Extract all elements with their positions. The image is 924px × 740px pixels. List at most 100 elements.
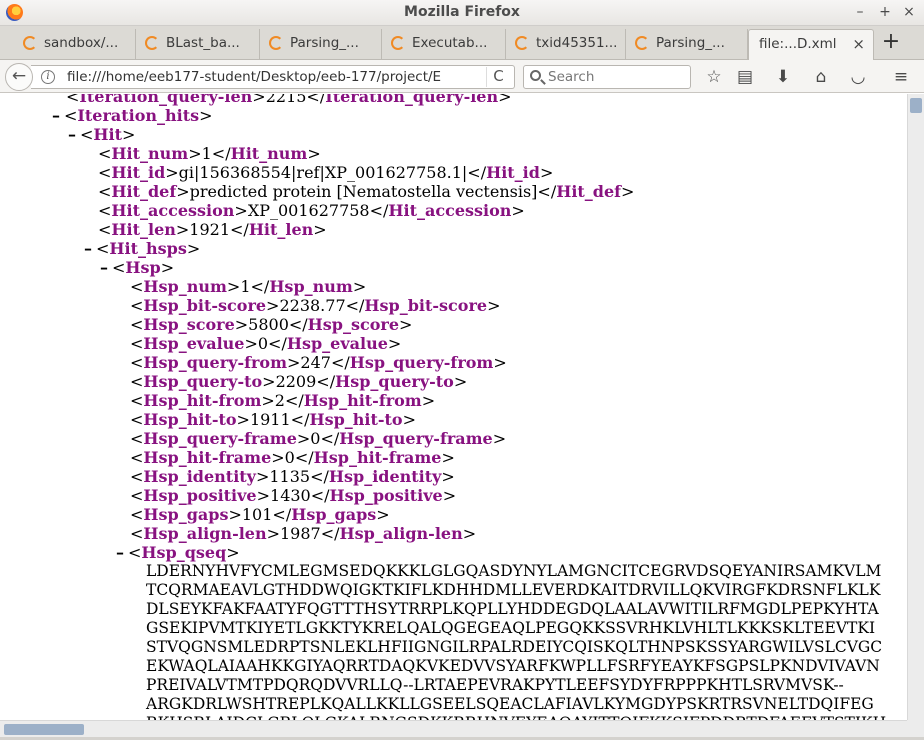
xml-document-view[interactable]: <Iteration_query-len>2215</Iteration_que… [0, 94, 907, 720]
end-bracket: </ [250, 277, 270, 296]
xml-element-line[interactable]: – <Iteration_hits> [52, 106, 213, 125]
xml-close-tag: Hit_num [230, 144, 308, 163]
xml-close-tag: Hit_accession [388, 201, 512, 220]
xml-element-line: <Hit_id>gi|156368554|ref|XP_001627758.1|… [98, 163, 553, 182]
xml-close-tag: Hsp_bit-score [364, 296, 488, 315]
xml-element-line[interactable]: – <Hit> [68, 125, 135, 144]
close-bracket: > [442, 486, 457, 505]
sequence-line: LDERNYHVFYCMLEGMSEDQKKKLGLGQASDYNYLAMGNC… [146, 562, 882, 580]
xml-element-line: <Hit_num>1</Hit_num> [98, 144, 321, 163]
xml-element-line: <Hsp_query-from>247</Hsp_query-from> [130, 353, 507, 372]
sequence-line: GSEKIPVMTKIYETLGKKTYKRELQALQGEGEAQLPEGQK… [146, 619, 876, 637]
xml-element-line: <Hsp_num>1</Hsp_num> [130, 277, 366, 296]
end-bracket: </ [330, 353, 350, 372]
open-bracket: < [128, 543, 142, 562]
open-bracket: < [130, 315, 144, 334]
open-bracket: < [130, 467, 144, 486]
close-bracket: > [492, 429, 507, 448]
search-bar[interactable] [523, 65, 691, 89]
collapse-toggle[interactable]: – [52, 106, 60, 125]
xml-open-tag: Hsp_num [143, 277, 227, 296]
url-bar[interactable]: i file:///home/eeb177-student/Desktop/ee… [31, 65, 515, 89]
star-icon[interactable]: ☆ [702, 65, 726, 89]
download-icon[interactable]: ⬇ [771, 65, 795, 89]
close-bracket: > [234, 201, 248, 220]
close-bracket: > [122, 125, 136, 144]
close-bracket: > [453, 372, 468, 391]
xml-element-line: <Hsp_bit-score>2238.77</Hsp_bit-score> [130, 296, 500, 315]
sequence-line: TCQRMAEAVLGTHDDWQIGKTKIFLKDHHDMLLEVERDKA… [146, 581, 881, 599]
close-bracket: > [266, 296, 280, 315]
close-bracket: > [399, 315, 413, 334]
close-bracket: > [262, 372, 276, 391]
vertical-scrollbar[interactable] [907, 94, 924, 720]
tab-active-xml[interactable]: file:...D.xml × [748, 29, 874, 60]
xml-close-tag: Hsp_num [269, 277, 353, 296]
vertical-scroll-thumb[interactable] [910, 98, 922, 113]
home-icon[interactable]: ⌂ [809, 65, 833, 89]
loading-spinner-icon [23, 36, 37, 50]
xml-element-line[interactable]: – <Hsp> [100, 258, 174, 277]
url-text[interactable]: file:///home/eeb177-student/Desktop/eeb-… [67, 69, 477, 85]
xml-element-line[interactable]: – <Hsp_qseq> [116, 543, 240, 562]
close-bracket: > [296, 429, 311, 448]
xml-text-value: 0 [284, 448, 295, 467]
collapse-toggle[interactable]: – [116, 543, 124, 562]
pocket-icon[interactable]: ◡ [846, 65, 870, 89]
collapse-toggle[interactable]: – [68, 125, 76, 144]
reload-icon[interactable]: C [486, 67, 510, 87]
menu-icon[interactable]: ≡ [889, 65, 913, 89]
tab-executable[interactable]: Executab... [382, 29, 506, 60]
open-bracket: < [98, 144, 112, 163]
reading-list-icon[interactable]: ▤ [733, 65, 757, 89]
xml-open-tag: Hsp_score [143, 315, 235, 334]
new-tab-button[interactable]: + [878, 30, 904, 56]
end-bracket: </ [316, 372, 336, 391]
xml-element-line: <Hsp_query-to>2209</Hsp_query-to> [130, 372, 467, 391]
horizontal-scroll-thumb[interactable] [4, 724, 84, 735]
xml-close-tag: Hsp_query-to [335, 372, 454, 391]
open-bracket: < [130, 334, 144, 353]
xml-close-tag: Iteration_query-len [325, 94, 499, 106]
loading-spinner-icon [269, 36, 283, 50]
xml-open-tag: Hsp_gaps [143, 505, 229, 524]
collapse-toggle[interactable]: – [84, 239, 92, 258]
tab-parsing-1[interactable]: Parsing_... [260, 29, 382, 60]
tab-blast[interactable]: BLast_ba... [136, 29, 260, 60]
open-bracket: < [130, 448, 144, 467]
close-bracket: > [244, 334, 258, 353]
tab-txid[interactable]: txid45351... [506, 29, 626, 60]
xml-open-tag: Iteration_hits [77, 106, 200, 125]
tab-parsing-2[interactable]: Parsing_... [626, 29, 748, 60]
tab-sandbox[interactable]: sandbox/... [14, 29, 136, 60]
site-info-icon[interactable]: i [41, 70, 55, 84]
xml-open-tag: Hsp_identity [143, 467, 256, 486]
xml-text-value: 2238.77 [279, 296, 346, 315]
maximize-button[interactable]: + [876, 3, 894, 21]
horizontal-scrollbar[interactable] [0, 720, 907, 737]
close-bracket: > [493, 353, 507, 372]
xml-open-tag: Hit_accession [111, 201, 235, 220]
scrollbar-corner [907, 720, 924, 737]
close-bracket: > [188, 144, 202, 163]
loading-spinner-icon [635, 36, 649, 50]
xml-text-value: 1987 [280, 524, 321, 543]
end-bracket: </ [294, 448, 314, 467]
xml-close-tag: Hsp_positive [329, 486, 443, 505]
close-bracket: > [255, 467, 270, 486]
back-button[interactable]: ← [5, 63, 33, 91]
xml-element-line[interactable]: – <Hit_hsps> [84, 239, 200, 258]
close-bracket: > [462, 524, 477, 543]
loading-spinner-icon [515, 36, 529, 50]
open-bracket: < [112, 258, 126, 277]
xml-open-tag: Hsp_qseq [141, 543, 227, 562]
xml-open-tag: Hit_hsps [109, 239, 187, 258]
search-input[interactable] [548, 68, 686, 86]
tab-label: sandbox/... [44, 35, 119, 51]
minimize-button[interactable]: – [851, 3, 869, 21]
collapse-toggle[interactable]: – [100, 258, 108, 277]
close-bracket: > [226, 543, 240, 562]
close-tab-icon[interactable]: × [852, 30, 865, 58]
close-window-button[interactable]: × [900, 3, 918, 21]
xml-open-tag: Hsp_hit-from [143, 391, 262, 410]
